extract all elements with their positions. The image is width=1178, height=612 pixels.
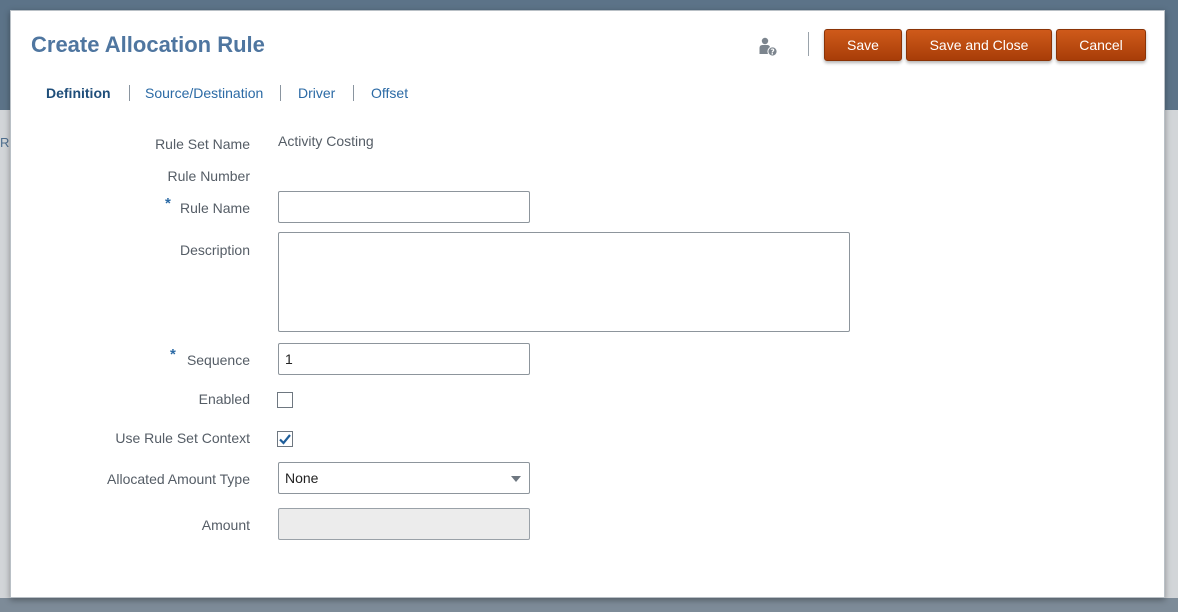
tab-definition[interactable]: Definition — [46, 85, 111, 101]
tab-separator — [129, 85, 130, 101]
use-rule-set-context-label: Use Rule Set Context — [115, 430, 250, 446]
checkmark-icon — [279, 434, 291, 445]
rule-name-required-indicator: * — [165, 195, 171, 212]
tab-offset[interactable]: Offset — [371, 85, 408, 101]
user-help-icon[interactable]: ? — [757, 36, 779, 58]
rule-number-label: Rule Number — [167, 168, 250, 184]
svg-text:?: ? — [770, 47, 774, 56]
sequence-label: Sequence — [186, 352, 250, 368]
amount-label: Amount — [201, 517, 250, 533]
description-textarea[interactable] — [278, 232, 850, 332]
cancel-button[interactable]: Cancel — [1056, 29, 1146, 61]
description-label: Description — [179, 242, 250, 258]
enabled-label: Enabled — [198, 391, 250, 407]
rule-name-label: Rule Name — [179, 200, 250, 216]
rule-set-name-label: Rule Set Name — [155, 136, 250, 152]
dialog-title: Create Allocation Rule — [31, 32, 265, 57]
background-partial-text: R — [0, 135, 10, 150]
tab-driver[interactable]: Driver — [298, 85, 335, 101]
allocated-amount-type-label: Allocated Amount Type — [107, 471, 250, 487]
save-button[interactable]: Save — [824, 29, 902, 61]
use-rule-set-context-checkbox[interactable] — [277, 431, 293, 447]
sequence-input[interactable]: 1 — [278, 343, 530, 375]
sequence-required-indicator: * — [170, 346, 176, 363]
allocated-amount-type-value: None — [285, 470, 319, 486]
tab-separator — [353, 85, 354, 101]
chevron-down-icon — [511, 476, 521, 482]
amount-input — [278, 508, 530, 540]
create-allocation-rule-dialog: Create Allocation Rule ? Save Save and C… — [10, 10, 1165, 598]
background-footer — [0, 598, 1178, 612]
tab-separator — [280, 85, 281, 101]
rule-set-name-value: Activity Costing — [278, 133, 374, 149]
allocated-amount-type-select[interactable]: None — [278, 462, 530, 494]
rule-name-input[interactable] — [278, 191, 530, 223]
save-and-close-button[interactable]: Save and Close — [906, 29, 1052, 61]
toolbar-separator — [808, 32, 809, 56]
enabled-checkbox[interactable] — [277, 392, 293, 408]
tab-source-destination[interactable]: Source/Destination — [145, 85, 263, 101]
